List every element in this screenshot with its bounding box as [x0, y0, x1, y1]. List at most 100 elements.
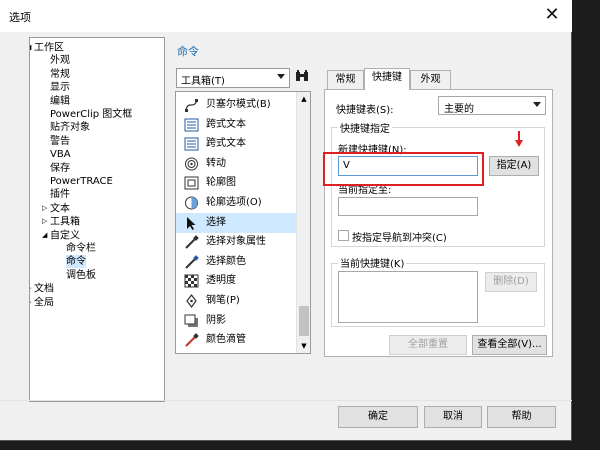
reset-all-button[interactable]: 全部重置	[389, 335, 467, 355]
command-list-item[interactable]: 轮廓选项(O)	[176, 193, 296, 213]
tab-shortcut-keys[interactable]: 快捷键	[364, 68, 410, 90]
command-category-select[interactable]: 工具箱(T)	[176, 68, 290, 88]
tree-item[interactable]: 贴齐对象	[50, 121, 90, 134]
collapsed-arrow-icon[interactable]: ▷	[42, 215, 50, 228]
tree-item[interactable]: PowerClip 图文框	[50, 108, 132, 121]
tree-item[interactable]: 外观	[50, 54, 70, 67]
expanded-arrow-icon[interactable]: ◢	[42, 229, 50, 242]
assign-button[interactable]: 指定(A)	[489, 156, 539, 176]
nav-conflict-checkbox[interactable]	[338, 230, 349, 241]
view-all-button[interactable]: 查看全部(V)...	[472, 335, 547, 355]
chevron-down-icon	[277, 74, 285, 79]
eyedropper-color-icon	[184, 254, 199, 269]
tree-item[interactable]: 编辑	[50, 95, 70, 108]
text-frame-icon	[184, 118, 199, 132]
eyedropper-icon	[184, 235, 199, 249]
ok-button[interactable]: 确定	[338, 406, 418, 428]
command-label: 钢笔(P)	[206, 295, 240, 306]
shortcut-table-select[interactable]: 主要的	[438, 96, 546, 115]
spiral-icon	[184, 157, 199, 171]
scroll-down-icon[interactable]: ▼	[297, 339, 311, 353]
title-bar: 选项 ✕	[0, 0, 572, 32]
command-list-item[interactable]: 透明度	[176, 271, 296, 291]
command-list-item[interactable]: 跨式文本	[176, 115, 296, 135]
command-list-scrollbar[interactable]: ▲ ▼	[296, 92, 310, 353]
contour-options-icon	[184, 196, 199, 210]
tree-item[interactable]: ▷文档	[30, 282, 54, 296]
tree-item[interactable]: VBA	[50, 148, 71, 161]
current-shortcuts-list[interactable]	[338, 271, 478, 323]
tree-item-label: 贴齐对象	[50, 122, 90, 134]
tree-item-label: PowerTRACE	[50, 176, 113, 187]
shortcut-table-value: 主要的	[444, 104, 474, 115]
command-list-item[interactable]: 跨式文本	[176, 134, 296, 154]
command-label: 选择	[206, 216, 226, 228]
tree-item-label: 编辑	[50, 95, 70, 107]
tree-item[interactable]: 命令栏	[66, 242, 96, 255]
tree-item[interactable]: ◢工作区	[30, 41, 64, 55]
options-tree: ◢工作区外观常规显示编辑 PowerClip 图文框贴齐对象警告 VBA保存Powe…	[29, 37, 165, 402]
transparency-icon	[184, 274, 199, 288]
command-label: 阴影	[206, 314, 226, 326]
tab-general[interactable]: 常规	[327, 70, 364, 89]
tree-item[interactable]: ▷全局	[30, 296, 54, 310]
command-label: 跨式文本	[206, 138, 246, 150]
tree-item-label: 文档	[34, 283, 54, 295]
current-assigned-field	[338, 197, 478, 216]
tree-item-label: 调色板	[66, 269, 96, 281]
tree-item-label: 命令	[66, 256, 86, 268]
tree-item[interactable]: 保存	[50, 162, 70, 175]
command-list: 贝塞尔模式(B) 跨式文本 跨式文本 转动 轮廓图 轮廓选项(O) 选择 选择对象属性 选择颜色…	[175, 91, 311, 354]
tree-item[interactable]: ▷ 文本	[42, 202, 70, 216]
delete-button[interactable]: 删除(D)	[485, 272, 537, 292]
text-frame-icon	[184, 137, 199, 151]
section-title: 命令	[177, 45, 199, 58]
shadow-icon	[184, 314, 199, 328]
help-button[interactable]: 帮助	[487, 406, 556, 428]
tree-item-label: 外观	[50, 55, 70, 67]
command-label: 转动	[206, 157, 226, 169]
command-label: 轮廓图	[206, 177, 236, 189]
bezier-icon	[184, 98, 199, 112]
chevron-down-icon	[533, 102, 541, 107]
command-list-item[interactable]: 选择颜色	[176, 252, 296, 272]
command-label: 轮廓选项(O)	[206, 197, 262, 208]
nav-conflict-label: 按指定导航到冲突(C)	[352, 233, 447, 244]
cancel-button[interactable]: 取消	[424, 406, 482, 428]
command-list-item[interactable]: 颜色滴管	[176, 330, 296, 350]
tree-item-label: 命令栏	[66, 243, 96, 254]
command-list-item[interactable]: 钢笔(P)	[176, 291, 296, 311]
tree-item[interactable]: 警告	[50, 135, 70, 148]
tab-appearance[interactable]: 外观	[410, 70, 451, 89]
tree-item[interactable]: PowerTRACE	[50, 175, 113, 188]
tree-item[interactable]: ▷ 工具箱	[42, 215, 80, 229]
tree-item-label: VBA	[50, 149, 71, 161]
tree-item-label: 常规	[50, 68, 70, 80]
command-category-value: 工具箱(T)	[181, 76, 225, 87]
close-button[interactable]: ✕	[540, 5, 564, 27]
command-list-item[interactable]: 选择对象属性	[176, 232, 296, 252]
command-label: 选择颜色	[206, 255, 246, 267]
command-list-item[interactable]: 转动	[176, 154, 296, 174]
tree-item[interactable]: 常规	[50, 68, 70, 81]
tree-item[interactable]: 插件	[50, 188, 70, 201]
assign-group-label: 快捷键指定	[338, 120, 392, 135]
scroll-up-icon[interactable]: ▲	[297, 92, 311, 106]
tree-item-label: 警告	[50, 135, 70, 147]
scroll-thumb[interactable]	[299, 306, 309, 336]
collapsed-arrow-icon[interactable]: ▷	[42, 202, 50, 215]
tree-item[interactable]: 调色板	[66, 269, 96, 282]
command-list-item[interactable]: 阴影	[176, 311, 296, 331]
footer-separator	[0, 400, 572, 401]
tree-item[interactable]: ◢ 自定义	[42, 229, 80, 243]
command-list-item[interactable]: 轮廓图	[176, 173, 296, 193]
tree-item-label: PowerClip 图文框	[50, 109, 133, 120]
binoculars-icon[interactable]	[293, 68, 310, 88]
command-list-item[interactable]: 选择	[176, 212, 296, 233]
pointer-icon	[184, 216, 199, 230]
command-label: 选择对象属性	[206, 236, 266, 248]
tree-item[interactable]: 显示	[50, 81, 70, 94]
command-list-item[interactable]: 贝塞尔模式(B)	[176, 95, 296, 115]
tree-item[interactable]: 命令	[66, 255, 86, 269]
tree-item-label: 工具箱	[50, 216, 80, 228]
